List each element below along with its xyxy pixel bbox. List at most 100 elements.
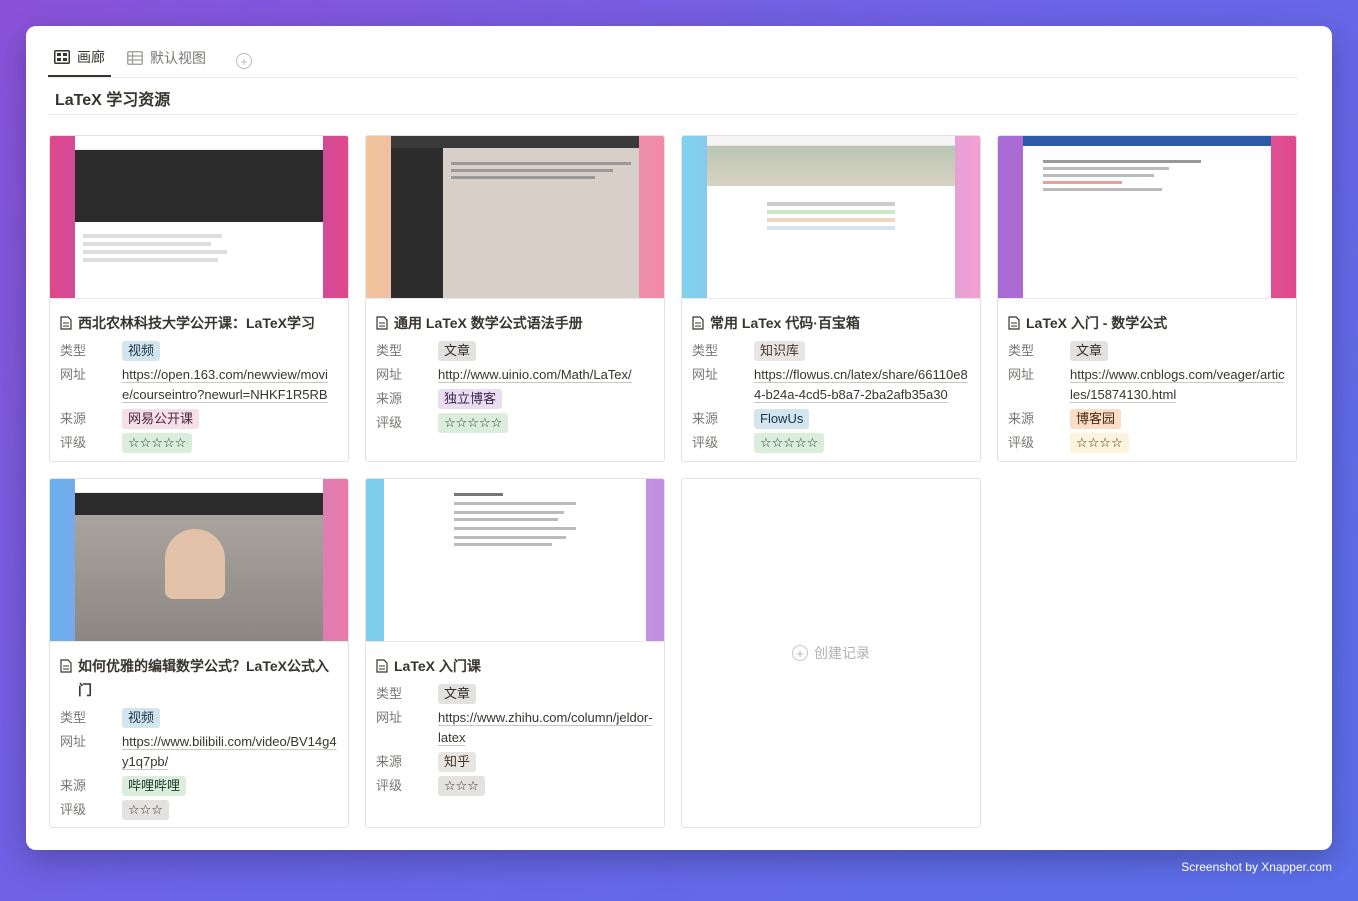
add-view-plus-icon[interactable]: + [236, 53, 252, 69]
card-cover-image [50, 136, 348, 299]
type-tag: 知识库 [754, 341, 806, 361]
source-tag: 博客园 [1070, 409, 1122, 429]
card-cover-image [366, 479, 664, 642]
gallery-card[interactable]: 如何优雅的编辑数学公式？LaTeX公式入门 类型 视频 网址 https://www… [49, 478, 349, 828]
prop-label: 网址 [60, 734, 87, 749]
cover-screenshot [384, 479, 646, 641]
gallery-card[interactable]: 常用 LaTex 代码·百宝箱 类型 知识库 网址 https://flowus.c… [681, 135, 981, 462]
cover-screenshot [75, 136, 323, 298]
url-link[interactable]: https://www.zhihu.com/column/jeldor-late… [438, 708, 654, 748]
url-link[interactable]: http://www.uinio.com/Math/LaTex/ [438, 365, 654, 385]
prop-source: 来源 博客园 [998, 409, 1296, 429]
prop-label: 网址 [376, 710, 403, 725]
source-tag: 哔哩哔哩 [122, 776, 187, 796]
prop-label: 类型 [376, 686, 403, 701]
gallery-card[interactable]: 通用 LaTeX 数学公式语法手册 类型 文章 网址 http://www.uini… [365, 135, 665, 462]
rating-tag: ☆☆☆☆☆ [754, 433, 825, 453]
url-link[interactable]: https://www.cnblogs.com/veager/articles/… [1070, 365, 1286, 405]
prop-rating: 评级 ☆☆☆☆ [998, 433, 1296, 453]
page-icon [376, 316, 388, 330]
prop-label: 类型 [692, 343, 719, 358]
type-tag: 文章 [1070, 341, 1109, 361]
prop-label: 评级 [60, 802, 87, 817]
card-cover-image [50, 479, 348, 642]
type-tag: 文章 [438, 341, 477, 361]
url-link[interactable]: https://open.163.com/newview/movie/cours… [122, 365, 338, 405]
prop-label: 来源 [692, 411, 719, 426]
view-tabs: 画廊 默认视图 + [48, 46, 1298, 78]
prop-url: 网址 https://www.zhihu.com/column/jeldor-la… [366, 708, 664, 748]
prop-source: 来源 FlowUs [682, 409, 980, 429]
page-icon [60, 659, 72, 673]
prop-url: 网址 https://www.cnblogs.com/veager/article… [998, 365, 1296, 405]
page-icon [1008, 316, 1020, 330]
prop-type: 类型 知识库 [682, 341, 980, 361]
new-record-button[interactable]: + 创建记录 [681, 478, 981, 828]
prop-type: 类型 文章 [366, 684, 664, 704]
tab-gallery[interactable]: 画廊 [48, 45, 111, 77]
url-link[interactable]: https://flowus.cn/latex/share/66110e84-b… [754, 365, 970, 405]
prop-source: 来源 知乎 [366, 752, 664, 772]
rating-tag: ☆☆☆☆ [1070, 433, 1129, 453]
prop-type: 类型 视频 [50, 708, 348, 728]
prop-label: 网址 [60, 367, 87, 382]
prop-label: 类型 [376, 343, 403, 358]
card-title-text: 西北农林科技大学公开课：LaTeX学习 [78, 315, 315, 331]
card-title-text: 如何优雅的编辑数学公式？LaTeX公式入门 [78, 658, 329, 698]
cover-screenshot [391, 136, 639, 298]
app-window: 画廊 默认视图 + LaTeX 学习资源 西北农林科技大学公开课：LaTeX学习… [26, 26, 1332, 850]
gallery-card[interactable]: LaTeX 入门课 类型 文章 网址 https://www.zhihu.com/c… [365, 478, 665, 828]
prop-url: 网址 https://flowus.cn/latex/share/66110e84… [682, 365, 980, 405]
prop-rating: 评级 ☆☆☆ [50, 800, 348, 820]
prop-rating: 评级 ☆☆☆☆☆ [50, 433, 348, 453]
table-icon [127, 51, 143, 65]
prop-source: 来源 独立博客 [366, 389, 664, 409]
prop-label: 来源 [60, 778, 87, 793]
source-tag: 网易公开课 [122, 409, 200, 429]
cover-screenshot [707, 136, 955, 298]
card-title: LaTeX 入门课 [366, 642, 664, 684]
card-cover-image [998, 136, 1296, 299]
card-title: 如何优雅的编辑数学公式？LaTeX公式入门 [50, 642, 348, 708]
new-record-label: 创建记录 [814, 645, 870, 661]
card-title: 西北农林科技大学公开课：LaTeX学习 [50, 299, 348, 341]
gallery-card[interactable]: LaTeX 入门 - 数学公式 类型 文章 网址 https://www.cnblo… [997, 135, 1297, 462]
divider [48, 114, 1298, 115]
card-title: 常用 LaTex 代码·百宝箱 [682, 299, 980, 341]
rating-tag: ☆☆☆☆☆ [438, 413, 509, 433]
page-icon [692, 316, 704, 330]
gallery-icon [54, 50, 70, 64]
tab-label: 默认视图 [150, 50, 206, 66]
plus-circle-icon: + [792, 645, 808, 661]
prop-source: 来源 网易公开课 [50, 409, 348, 429]
card-title: LaTeX 入门 - 数学公式 [998, 299, 1296, 341]
prop-label: 评级 [60, 435, 87, 450]
prop-label: 类型 [60, 343, 87, 358]
prop-url: 网址 https://open.163.com/newview/movie/cou… [50, 365, 348, 405]
prop-label: 类型 [1008, 343, 1035, 358]
rating-tag: ☆☆☆☆☆ [122, 433, 193, 453]
rating-tag: ☆☆☆ [122, 800, 169, 820]
prop-label: 网址 [376, 367, 403, 382]
gallery-card[interactable]: 西北农林科技大学公开课：LaTeX学习 类型 视频 网址 https://open.… [49, 135, 349, 462]
type-tag: 文章 [438, 684, 477, 704]
tab-label: 画廊 [77, 49, 105, 65]
prop-type: 类型 文章 [366, 341, 664, 361]
card-cover-image [682, 136, 980, 299]
card-title-text: LaTeX 入门课 [394, 658, 481, 674]
cover-screenshot [1023, 136, 1271, 298]
tab-default-view[interactable]: 默认视图 [121, 45, 212, 77]
prop-type: 类型 视频 [50, 341, 348, 361]
url-link[interactable]: https://www.bilibili.com/video/BV14g4y1q… [122, 732, 338, 772]
card-title-text: 通用 LaTeX 数学公式语法手册 [394, 315, 583, 331]
card-title: 通用 LaTeX 数学公式语法手册 [366, 299, 664, 341]
prop-label: 来源 [60, 411, 87, 426]
prop-label: 来源 [376, 391, 403, 406]
prop-url: 网址 https://www.bilibili.com/video/BV14g4y… [50, 732, 348, 772]
source-tag: FlowUs [754, 409, 810, 429]
prop-label: 网址 [1008, 367, 1035, 382]
prop-label: 评级 [692, 435, 719, 450]
prop-url: 网址 http://www.uinio.com/Math/LaTex/ [366, 365, 664, 385]
card-title-text: 常用 LaTex 代码·百宝箱 [710, 315, 860, 331]
card-title-text: LaTeX 入门 - 数学公式 [1026, 315, 1168, 331]
